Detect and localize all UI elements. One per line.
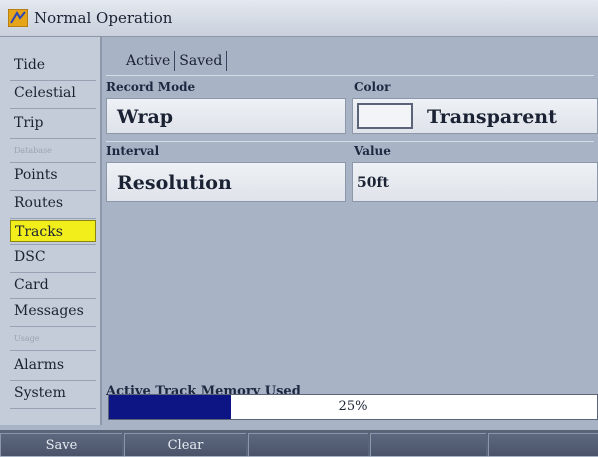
sidebar-divider [10,350,96,351]
soft-key-4[interactable] [370,433,486,456]
value-field[interactable]: 50ft [352,162,598,202]
sidebar-section-database: Database [14,146,52,155]
sidebar: Tide Celestial Trip Database Points Rout… [0,37,102,425]
sidebar-divider [10,162,96,163]
clear-button[interactable]: Clear [124,433,246,456]
color-swatch [357,103,413,129]
color-field[interactable]: Transparent [352,98,598,134]
sidebar-divider [10,108,96,109]
tab-active[interactable]: Active [122,51,174,71]
record-mode-field[interactable]: Wrap [106,98,346,134]
app-icon [8,9,28,27]
sidebar-item-card[interactable]: Card [10,274,96,296]
main-panel: Active Saved Record Mode Color Wrap Tran… [102,37,598,425]
sidebar-divider [10,190,96,191]
sidebar-section-usage: Usage [14,334,40,343]
soft-key-3[interactable] [248,433,368,456]
sidebar-item-tracks[interactable]: Tracks [10,220,96,242]
sidebar-item-messages[interactable]: Messages [10,300,96,322]
soft-key-bar: Save Clear [0,430,598,456]
sidebar-divider [10,408,96,409]
color-label: Color [354,80,391,94]
sidebar-divider [10,138,96,139]
memory-percent: 25% [338,399,368,414]
tab-saved[interactable]: Saved [175,51,226,71]
sidebar-item-trip[interactable]: Trip [10,112,96,134]
soft-key-5[interactable] [488,433,598,456]
value-label: Value [354,144,391,158]
sidebar-divider [10,218,96,219]
sidebar-divider [10,272,96,273]
record-mode-value: Wrap [117,106,174,128]
sidebar-divider [10,244,96,245]
divider [106,141,594,142]
memory-progress-bar: 25% [108,394,598,420]
sidebar-item-tide[interactable]: Tide [10,54,96,76]
sidebar-item-celestial[interactable]: Celestial [10,82,96,104]
tab-bar: Active Saved [122,50,228,72]
record-mode-label: Record Mode [106,80,196,94]
interval-label: Interval [106,144,160,158]
sidebar-item-dsc[interactable]: DSC [10,246,96,268]
sidebar-item-system[interactable]: System [10,382,96,404]
divider [106,75,594,76]
save-button[interactable]: Save [0,433,122,456]
sidebar-item-points[interactable]: Points [10,164,96,186]
interval-value: Resolution [117,172,232,194]
sidebar-divider [10,380,96,381]
value-value: 50ft [357,175,389,191]
sidebar-item-alarms[interactable]: Alarms [10,354,96,376]
color-value: Transparent [427,106,557,128]
window-title: Normal Operation [34,9,173,27]
sidebar-divider [10,326,96,327]
sidebar-divider [10,298,96,299]
interval-field[interactable]: Resolution [106,162,346,202]
tab-divider [226,51,228,71]
title-bar: Normal Operation [0,0,598,37]
sidebar-divider [10,80,96,81]
sidebar-item-routes[interactable]: Routes [10,192,96,214]
